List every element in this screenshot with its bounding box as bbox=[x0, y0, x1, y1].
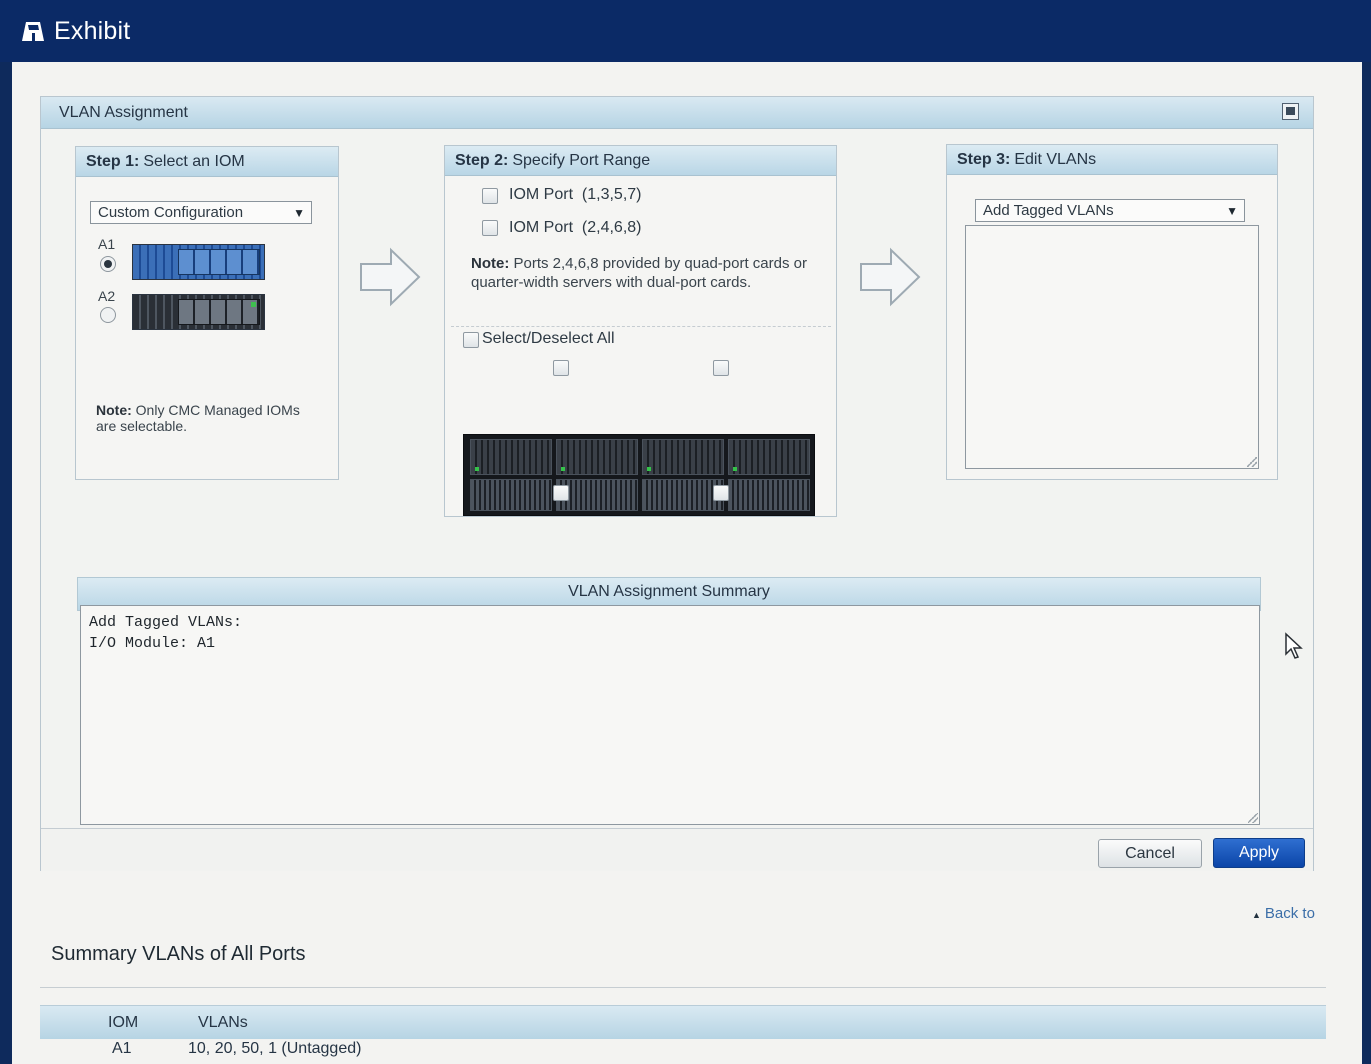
vlan-edit-textarea[interactable] bbox=[965, 225, 1259, 469]
chevron-down-icon: ▼ bbox=[1226, 204, 1238, 218]
restore-icon[interactable] bbox=[1282, 103, 1299, 120]
summary-title: VLAN Assignment Summary bbox=[568, 583, 770, 600]
slot-bottom-right-checkbox[interactable] bbox=[713, 485, 729, 501]
select-all-label: Select/Deselect All bbox=[482, 330, 615, 347]
column-header-vlans: VLANs bbox=[198, 1014, 248, 1031]
iom-port-even-label: IOM Port (2,4,6,8) bbox=[509, 219, 642, 236]
vlan-assignment-panel: VLAN Assignment Step 1: Select an IOM Cu… bbox=[40, 96, 1314, 871]
iom-port-even-checkbox[interactable] bbox=[482, 220, 498, 236]
panel-title: VLAN Assignment bbox=[59, 103, 188, 121]
step2-prefix: Step 2: bbox=[455, 151, 509, 169]
step2-box: Step 2: Specify Port Range IOM Port (1,3… bbox=[444, 145, 837, 517]
iom-a2-radio[interactable] bbox=[100, 307, 116, 323]
step2-title: Specify Port Range bbox=[512, 151, 651, 169]
back-to-label: Back to bbox=[1264, 905, 1315, 922]
chevron-down-icon: ▼ bbox=[293, 206, 305, 220]
step3-prefix: Step 3: bbox=[957, 150, 1011, 168]
slot-top-right-checkbox[interactable] bbox=[713, 360, 729, 376]
vlan-action-value: Add Tagged VLANs bbox=[983, 202, 1114, 219]
step2-note: Note: Ports 2,4,6,8 provided by quad-por… bbox=[471, 254, 811, 292]
section-divider bbox=[40, 987, 1326, 988]
iom-config-dropdown[interactable]: Custom Configuration ▼ bbox=[90, 201, 312, 224]
back-to-link[interactable]: ▲ Back to bbox=[1252, 905, 1315, 922]
step3-title: Edit VLANs bbox=[1014, 150, 1097, 168]
vlan-action-dropdown[interactable]: Add Tagged VLANs ▼ bbox=[975, 199, 1245, 222]
exhibit-icon bbox=[22, 22, 44, 41]
resize-handle-icon[interactable] bbox=[1248, 813, 1258, 823]
vlans-summary-title: Summary VLANs of All Ports bbox=[51, 943, 306, 965]
step1-title: Select an IOM bbox=[143, 152, 245, 170]
iom-a2-label: A2 bbox=[98, 288, 116, 304]
resize-handle-icon[interactable] bbox=[1247, 457, 1257, 467]
panel-footer: Cancel Apply bbox=[41, 828, 1313, 871]
step3-box: Step 3: Edit VLANs Add Tagged VLANs ▼ bbox=[946, 144, 1278, 480]
step2-note-text: Ports 2,4,6,8 provided by quad-port card… bbox=[471, 255, 807, 291]
step1-note-bold: Note: bbox=[96, 402, 132, 418]
step1-prefix: Step 1: bbox=[86, 152, 140, 170]
summary-text: Add Tagged VLANs: I/O Module: A1 bbox=[89, 614, 243, 652]
column-header-iom: IOM bbox=[108, 1014, 139, 1031]
summary-textarea[interactable]: Add Tagged VLANs: I/O Module: A1 bbox=[80, 605, 1260, 825]
iom-config-value: Custom Configuration bbox=[98, 204, 244, 221]
iom-port-odd-checkbox[interactable] bbox=[482, 188, 498, 204]
step2-divider bbox=[451, 326, 831, 327]
iom-a1-label: A1 bbox=[98, 236, 116, 252]
panel-header: VLAN Assignment bbox=[41, 97, 1313, 129]
iom-port-odd-label: IOM Port (1,3,5,7) bbox=[509, 186, 642, 203]
table-cell-vlans: 10, 20, 50, 1 (Untagged) bbox=[188, 1040, 362, 1057]
step2-header: Step 2: Specify Port Range bbox=[445, 146, 836, 176]
iom-a1-radio[interactable] bbox=[100, 256, 116, 272]
step2-note-bold: Note: bbox=[471, 255, 510, 272]
triangle-up-icon: ▲ bbox=[1252, 910, 1261, 920]
step1-note: Note: Only CMC Managed IOMs are selectab… bbox=[96, 402, 316, 434]
step1-box: Step 1: Select an IOM Custom Configurati… bbox=[75, 146, 339, 480]
content-area: VLAN Assignment Step 1: Select an IOM Cu… bbox=[12, 62, 1362, 1064]
window-title: Exhibit bbox=[54, 16, 131, 45]
iom-a2-image[interactable] bbox=[132, 294, 265, 330]
apply-button[interactable]: Apply bbox=[1213, 838, 1305, 868]
chassis-image bbox=[463, 434, 815, 516]
arrow-right-icon bbox=[860, 247, 921, 307]
iom-a1-image[interactable] bbox=[132, 244, 265, 280]
mouse-cursor-icon bbox=[1285, 632, 1303, 659]
cancel-button[interactable]: Cancel bbox=[1098, 839, 1202, 868]
slot-top-left-checkbox[interactable] bbox=[553, 360, 569, 376]
table-cell-iom: A1 bbox=[112, 1040, 132, 1057]
window-titlebar: Exhibit bbox=[0, 0, 1371, 62]
vlans-table-header: IOM VLANs bbox=[40, 1005, 1326, 1039]
arrow-right-icon bbox=[360, 247, 421, 307]
select-all-checkbox[interactable] bbox=[463, 332, 479, 348]
step3-header: Step 3: Edit VLANs bbox=[947, 145, 1277, 175]
step1-header: Step 1: Select an IOM bbox=[76, 147, 338, 177]
slot-bottom-left-checkbox[interactable] bbox=[553, 485, 569, 501]
